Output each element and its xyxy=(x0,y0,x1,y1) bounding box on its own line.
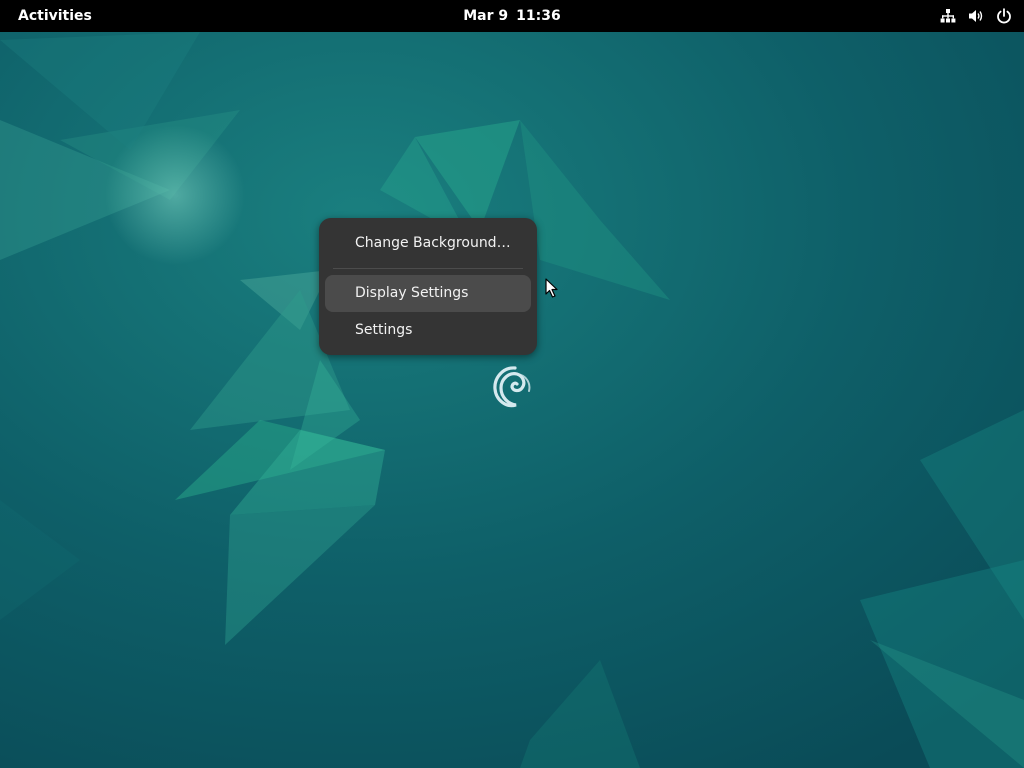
debian-swirl-icon xyxy=(488,358,534,412)
system-tray[interactable] xyxy=(940,0,1012,32)
top-bar: Activities Mar 9 11:36 xyxy=(0,0,1024,32)
power-icon[interactable] xyxy=(996,8,1012,24)
menu-item-change-background[interactable]: Change Background… xyxy=(325,225,531,262)
clock-time[interactable]: 11:36 xyxy=(516,8,561,24)
volume-icon[interactable] xyxy=(968,8,984,24)
desktop-context-menu: Change Background… Display Settings Sett… xyxy=(319,218,537,355)
clock-button[interactable]: Mar 9 11:36 xyxy=(0,0,1024,32)
activities-button[interactable]: Activities xyxy=(10,0,100,32)
menu-item-display-settings[interactable]: Display Settings xyxy=(325,275,531,312)
clock-date[interactable]: Mar 9 xyxy=(463,8,508,24)
mouse-pointer-icon xyxy=(545,278,559,300)
network-wired-icon[interactable] xyxy=(940,8,956,24)
menu-item-settings[interactable]: Settings xyxy=(325,312,531,349)
menu-separator xyxy=(333,268,523,269)
